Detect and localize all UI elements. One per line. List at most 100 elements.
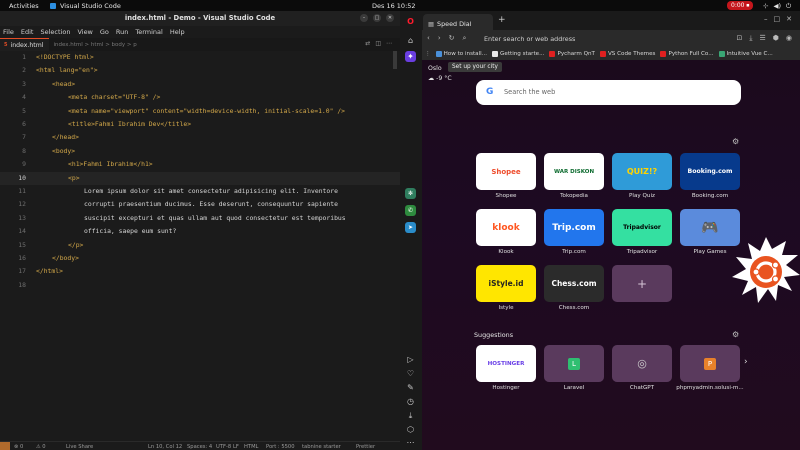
volume-icon: ◀): [773, 1, 781, 10]
menu-edit[interactable]: Edit: [21, 28, 34, 36]
downloads-icon[interactable]: ⤓: [405, 410, 416, 421]
menu-selection[interactable]: Selection: [40, 28, 70, 36]
tile-label: Chess.com: [558, 305, 590, 311]
forward-icon[interactable]: ›: [438, 34, 441, 43]
speed-dial-tile-booking[interactable]: Booking.com: [680, 153, 740, 190]
live-share-button[interactable]: Live Share: [66, 444, 93, 450]
bookmark-item[interactable]: VS Code Themes: [599, 50, 656, 57]
snapshot-icon[interactable]: ⊡: [737, 34, 743, 43]
home-icon[interactable]: ⌂: [405, 35, 416, 46]
bookmark-label: VS Code Themes: [607, 50, 656, 57]
split-editor-icon[interactable]: ◫: [375, 40, 381, 47]
opera-logo-icon[interactable]: O: [405, 16, 416, 27]
suggestions-settings-icon[interactable]: ⚙: [732, 330, 739, 339]
menu-run[interactable]: Run: [116, 28, 128, 36]
aria-icon[interactable]: ✦: [405, 51, 416, 62]
telegram-icon[interactable]: ➤: [405, 222, 416, 233]
speed-dial-page: Oslo Set up your city ☁ -9 °C G Search t…: [422, 60, 800, 450]
errors-count[interactable]: ⊗ 0: [14, 444, 23, 450]
bookmark-item[interactable]: Intuitive Vue C...: [718, 50, 773, 57]
menu-go[interactable]: Go: [100, 28, 109, 36]
profile-icon[interactable]: ◉: [786, 34, 792, 43]
bookmark-item[interactable]: How to install...: [435, 50, 487, 57]
speed-dial-tile-chess[interactable]: Chess.com: [544, 265, 604, 302]
extensions-icon[interactable]: ⬡: [405, 424, 416, 435]
menu-help[interactable]: Help: [170, 28, 185, 36]
speed-dial-tile-istyle[interactable]: iStyle.id: [476, 265, 536, 302]
tab-index-html[interactable]: 5 index.html: [0, 38, 50, 51]
bookmark-item[interactable]: Getting starte...: [492, 50, 544, 57]
line-number: 6: [22, 120, 26, 128]
download-icon[interactable]: ⤓: [749, 34, 752, 43]
live-server-port[interactable]: Port : 5500: [266, 444, 295, 450]
weather-city[interactable]: Oslo: [428, 65, 442, 72]
weather-widget[interactable]: ☁ -9 °C: [428, 75, 452, 82]
menu-terminal[interactable]: Terminal: [135, 28, 162, 36]
code-line: 4 <meta charset="UTF-8" />: [0, 91, 400, 104]
remote-indicator[interactable]: [0, 442, 10, 450]
suggestion-tile-chatgpt[interactable]: ◎: [612, 345, 672, 382]
breadcrumb[interactable]: index.html > html > body > p: [53, 42, 136, 48]
new-tab-button[interactable]: +: [498, 15, 506, 25]
vscode-window: index.html - Demo - Visual Studio Code –…: [0, 11, 400, 450]
suggestions-next-icon[interactable]: ›: [744, 357, 748, 367]
line-number: 5: [22, 106, 26, 115]
web-search-box[interactable]: G Search the web: [476, 80, 741, 105]
heart-icon[interactable]: ♡: [405, 368, 416, 379]
address-input[interactable]: Enter search or web address: [484, 35, 575, 43]
speed-dial-tile-klook[interactable]: klook: [476, 209, 536, 246]
speed-dial-tile-shopee[interactable]: Shopee: [476, 153, 536, 190]
close-icon[interactable]: ✕: [386, 14, 394, 22]
screen-recording-indicator[interactable]: 0:00 ⏹: [727, 1, 754, 10]
indentation[interactable]: Spaces: 4: [187, 444, 212, 450]
chatgpt-sidebar-icon[interactable]: ✻: [405, 188, 416, 199]
speed-dial-tile-trip[interactable]: Trip.com: [544, 209, 604, 246]
history-icon[interactable]: ◷: [405, 396, 416, 407]
back-icon[interactable]: ‹: [427, 34, 430, 43]
reload-icon[interactable]: ↻: [449, 34, 455, 43]
add-speed-dial-button[interactable]: +: [612, 265, 672, 302]
language-mode[interactable]: HTML: [244, 444, 258, 450]
maximize-icon[interactable]: □: [373, 14, 381, 22]
code-editor[interactable]: 1 <!DOCTYPE html> 2 <html lang="en"> 3 <…: [0, 51, 400, 441]
prettier-status[interactable]: Prettier: [356, 444, 375, 450]
minimize-icon[interactable]: –: [360, 14, 368, 22]
clock[interactable]: Des 16 10:52: [372, 2, 416, 10]
end-of-line[interactable]: LF: [233, 444, 239, 450]
speed-dial-tile-tripadvisor[interactable]: Tripadvisor: [612, 209, 672, 246]
speed-dial-tile-play-quiz[interactable]: QUIZ!?: [612, 153, 672, 190]
cursor-position[interactable]: Ln 10, Col 12: [148, 444, 182, 450]
activities-button[interactable]: Activities: [9, 2, 39, 10]
encoding[interactable]: UTF-8: [216, 444, 231, 450]
system-tray[interactable]: ⊹ ◀) ⏻: [763, 2, 791, 11]
whatsapp-icon[interactable]: ✆: [405, 205, 416, 216]
more-icon[interactable]: ⋯: [405, 437, 416, 448]
warnings-count[interactable]: ⚠ 0: [36, 444, 46, 450]
speed-dial-tile-play-games[interactable]: 🎮: [680, 209, 740, 246]
speed-dial-settings-icon[interactable]: ⚙: [732, 137, 739, 146]
tab-speed-dial[interactable]: ▦ Speed Dial: [423, 14, 493, 30]
vpn-icon[interactable]: ⬢: [773, 34, 779, 43]
pinboard-icon[interactable]: ✎: [405, 382, 416, 393]
easy-setup-icon[interactable]: ☰: [759, 34, 765, 43]
close-icon[interactable]: ✕: [786, 15, 792, 23]
more-actions-icon[interactable]: ⋯: [386, 40, 392, 47]
player-icon[interactable]: ▷: [405, 354, 416, 365]
maximize-icon[interactable]: □: [774, 15, 781, 23]
suggestions-heading: Suggestions: [474, 331, 514, 339]
bookmark-item[interactable]: Pycharm QnT: [549, 50, 595, 57]
minimize-icon[interactable]: –: [764, 15, 768, 23]
menu-file[interactable]: File: [3, 28, 14, 36]
compare-icon[interactable]: ⇄: [365, 40, 370, 47]
set-up-city-button[interactable]: Set up your city: [448, 62, 502, 72]
tabnine-status[interactable]: tabnine starter: [302, 444, 341, 450]
app-menu[interactable]: Visual Studio Code: [50, 2, 121, 10]
menu-view[interactable]: View: [77, 28, 92, 36]
bookmark-item[interactable]: Python Full Co...: [660, 50, 714, 57]
speed-dial-tile-tokopedia[interactable]: WAR DISKON: [544, 153, 604, 190]
bookmarks-menu-icon[interactable]: ⋮: [425, 51, 431, 57]
suggestion-tile-hostinger[interactable]: HOSTINGER: [476, 345, 536, 382]
suggestion-tile-phpmyadmin[interactable]: P: [680, 345, 740, 382]
suggestion-tile-laravel[interactable]: L: [544, 345, 604, 382]
bookmarks-bar: ⋮ How to install... Getting starte... Py…: [422, 47, 800, 60]
